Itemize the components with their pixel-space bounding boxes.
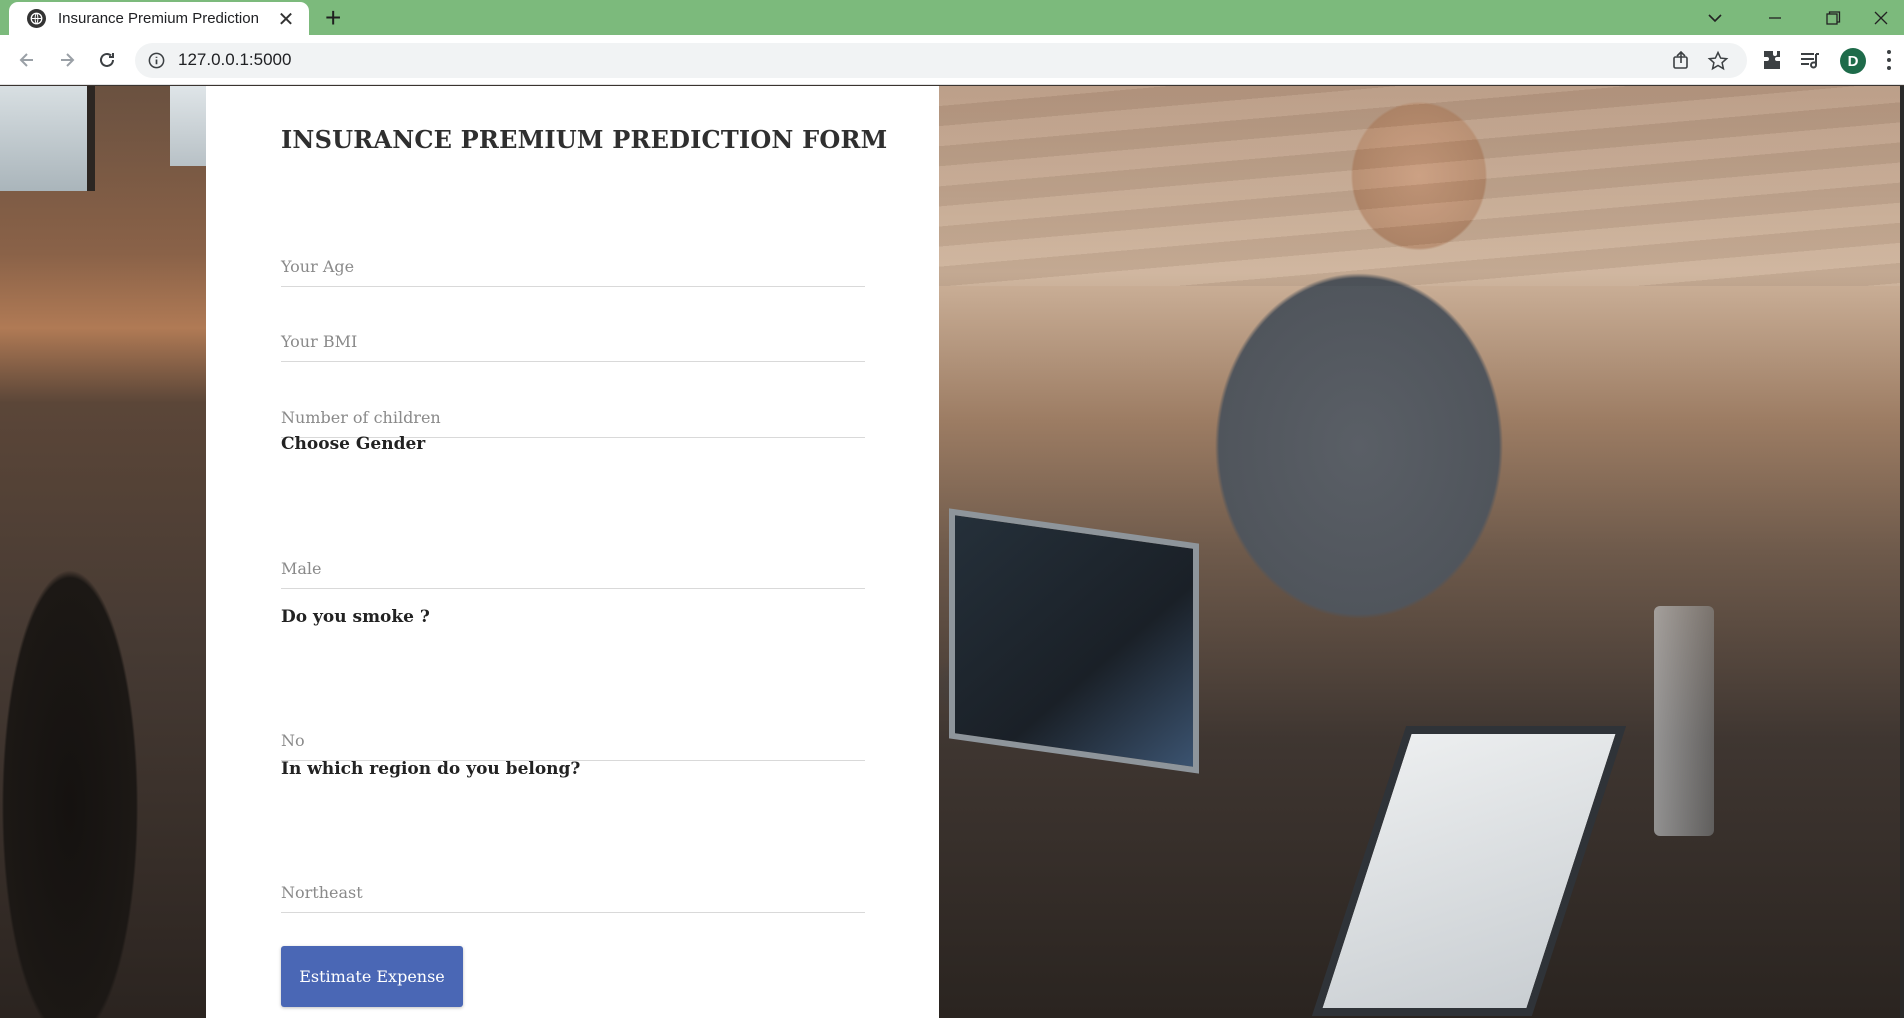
age-field[interactable]: Your Age — [281, 245, 865, 287]
chevron-down-icon[interactable] — [1692, 4, 1738, 32]
children-field[interactable]: Number of children — [281, 396, 865, 438]
smoke-select[interactable]: No — [281, 719, 865, 761]
share-icon[interactable] — [1670, 50, 1692, 72]
gender-selected-value[interactable]: Male — [281, 559, 322, 578]
tab-title: Insurance Premium Prediction — [58, 10, 259, 27]
minimize-icon[interactable] — [1752, 4, 1798, 32]
url-text[interactable]: 127.0.0.1:5000 — [178, 50, 291, 70]
back-icon[interactable] — [12, 45, 42, 75]
info-icon[interactable] — [147, 51, 166, 70]
globe-icon — [27, 9, 46, 28]
page-title: INSURANCE PREMIUM PREDICTION FORM — [281, 125, 888, 154]
tab-close-icon[interactable]: ✕ — [275, 8, 297, 30]
region-label: In which region do you belong? — [281, 759, 581, 779]
children-input[interactable]: Number of children — [281, 408, 441, 427]
gender-select[interactable]: Male — [281, 547, 865, 589]
browser-tab[interactable]: Insurance Premium Prediction ✕ — [9, 2, 309, 35]
new-tab-button[interactable]: + — [325, 4, 341, 32]
age-input[interactable]: Your Age — [281, 257, 354, 276]
browser-tab-bar: Insurance Premium Prediction ✕ + — [0, 0, 1904, 35]
menu-icon[interactable] — [1884, 48, 1894, 72]
address-bar[interactable]: 127.0.0.1:5000 — [135, 43, 1747, 78]
estimate-expense-button[interactable]: Estimate Expense — [281, 946, 463, 1007]
extensions-icon[interactable] — [1760, 48, 1784, 72]
profile-avatar[interactable]: D — [1840, 48, 1866, 74]
background-photo-right — [939, 86, 1904, 1018]
gender-label: Choose Gender — [281, 434, 426, 454]
forward-icon[interactable] — [52, 45, 82, 75]
scrollbar[interactable] — [1900, 86, 1904, 1018]
reload-icon[interactable] — [92, 45, 122, 75]
background-photo-left — [0, 86, 206, 1018]
restore-icon[interactable] — [1810, 4, 1856, 32]
region-selected-value[interactable]: Northeast — [281, 883, 363, 902]
close-icon[interactable] — [1858, 4, 1904, 32]
bmi-input[interactable]: Your BMI — [281, 332, 357, 351]
smoke-label: Do you smoke ? — [281, 607, 430, 627]
page-viewport: INSURANCE PREMIUM PREDICTION FORM Your A… — [0, 86, 1904, 1018]
prediction-form-card: INSURANCE PREMIUM PREDICTION FORM Your A… — [206, 86, 939, 1018]
bmi-field[interactable]: Your BMI — [281, 320, 865, 362]
browser-toolbar: 127.0.0.1:5000 D — [0, 35, 1904, 85]
region-select[interactable]: Northeast — [281, 871, 865, 913]
star-icon[interactable] — [1707, 50, 1729, 72]
reading-list-icon[interactable] — [1798, 48, 1822, 72]
smoke-selected-value[interactable]: No — [281, 731, 305, 750]
